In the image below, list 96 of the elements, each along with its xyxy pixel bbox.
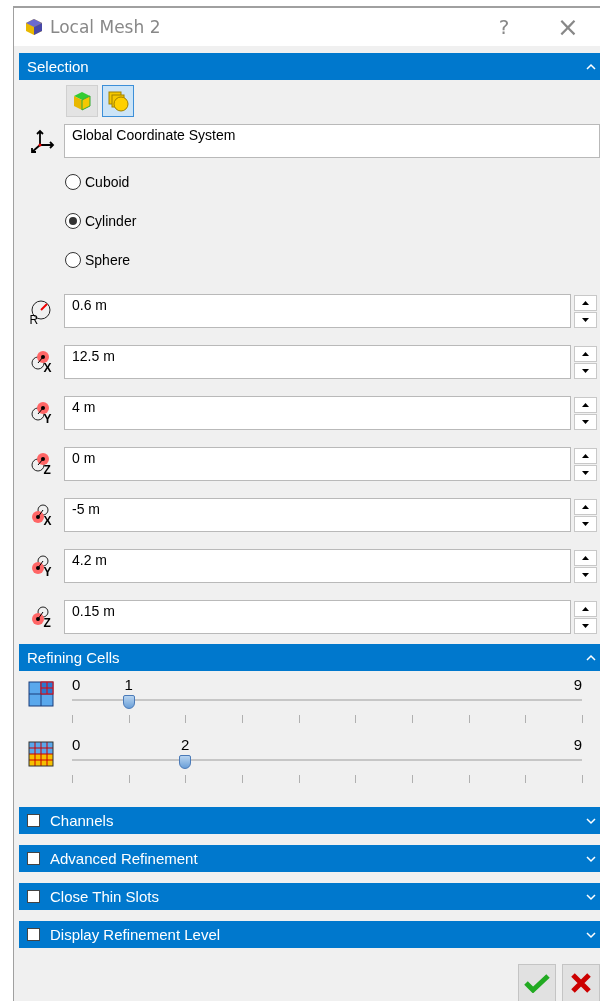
slider-max: 9 [573, 737, 582, 753]
point-icon [29, 553, 52, 575]
collapse-icon [586, 653, 596, 662]
up-arrow-icon [582, 453, 589, 458]
shape-radio[interactable]: Cuboid [65, 162, 600, 201]
down-arrow-icon [582, 470, 589, 475]
slider[interactable]: 0 1 9 [72, 677, 582, 737]
close-icon [570, 972, 592, 994]
axis-label: R [29, 313, 39, 327]
value-field[interactable]: 0 m [64, 447, 571, 481]
collapse-icon [586, 62, 596, 71]
value-field[interactable]: -5 m [64, 498, 571, 532]
axis-label: Y [43, 565, 52, 579]
decrement-button[interactable] [574, 413, 597, 430]
value-field[interactable]: 0.15 m [64, 600, 571, 634]
increment-button[interactable] [574, 549, 597, 566]
down-arrow-icon [582, 368, 589, 373]
section-checkbox[interactable] [27, 852, 40, 865]
close-button[interactable]: × [536, 10, 600, 44]
expand-icon [586, 930, 596, 939]
section-header[interactable]: Channels [19, 807, 600, 834]
window-title: Local Mesh 2 [50, 17, 162, 37]
section-header[interactable]: Selection [19, 53, 600, 80]
value-field[interactable]: 0.6 m [64, 294, 571, 328]
down-arrow-icon [582, 572, 589, 577]
radio-button[interactable] [65, 212, 81, 229]
point-icon [29, 349, 52, 371]
slider-thumb[interactable] [122, 695, 135, 709]
increment-button[interactable] [574, 396, 597, 413]
mesh-cube-icon [24, 17, 44, 37]
value-field[interactable]: 4 m [64, 396, 571, 430]
decrement-button[interactable] [574, 617, 597, 634]
decrement-button[interactable] [574, 311, 597, 328]
shape-radio[interactable]: Cylinder [65, 201, 600, 240]
expand-icon [586, 892, 596, 901]
help-button[interactable]: ? [472, 10, 536, 44]
coordinate-system-field[interactable]: Global Coordinate System [64, 124, 600, 158]
point-icon [29, 604, 52, 626]
section-header[interactable]: Advanced Refinement [19, 845, 600, 872]
slider-max: 9 [573, 677, 582, 693]
increment-button[interactable] [574, 294, 597, 311]
shape-radio[interactable]: Sphere [65, 240, 600, 279]
down-arrow-icon [582, 623, 589, 628]
radio-label: Cuboid [85, 173, 130, 190]
up-arrow-icon [582, 555, 589, 560]
slider-value: 1 [124, 677, 133, 693]
up-arrow-icon [582, 402, 589, 407]
section-checkbox[interactable] [27, 890, 40, 903]
expand-icon [586, 854, 596, 863]
cell-grid-icon [27, 681, 54, 707]
down-arrow-icon [582, 419, 589, 424]
down-arrow-icon [582, 317, 589, 322]
up-arrow-icon [582, 351, 589, 356]
increment-button[interactable] [574, 447, 597, 464]
slider[interactable]: 0 2 9 [72, 737, 582, 797]
checkmark-icon [524, 973, 550, 993]
point-icon [29, 400, 52, 422]
section-checkbox[interactable] [27, 814, 40, 827]
slider-thumb[interactable] [179, 755, 192, 769]
point-icon [29, 451, 52, 473]
down-arrow-icon [582, 521, 589, 526]
value-field[interactable]: 12.5 m [64, 345, 571, 379]
refined-grid-icon [27, 741, 54, 767]
up-arrow-icon [582, 300, 589, 305]
axis-label: X [43, 361, 52, 375]
increment-button[interactable] [574, 498, 597, 515]
up-arrow-icon [582, 606, 589, 611]
up-arrow-icon [582, 504, 589, 509]
decrement-button[interactable] [574, 566, 597, 583]
expand-icon [586, 816, 596, 825]
shapes-icon [106, 89, 130, 113]
cancel-button[interactable] [562, 964, 600, 1001]
increment-button[interactable] [574, 345, 597, 362]
radio-label: Sphere [85, 251, 131, 268]
slider-min: 0 [72, 677, 81, 693]
axis-label: Z [43, 463, 51, 477]
radio-button[interactable] [65, 251, 81, 268]
value-field[interactable]: 4.2 m [64, 549, 571, 583]
axis-label: X [43, 514, 52, 528]
decrement-button[interactable] [574, 464, 597, 481]
decrement-button[interactable] [574, 362, 597, 379]
section-header[interactable]: Display Refinement Level [19, 921, 600, 948]
increment-button[interactable] [574, 600, 597, 617]
section-header[interactable]: Refining Cells [19, 644, 600, 671]
axes-icon [28, 128, 55, 154]
radio-button[interactable] [65, 173, 81, 190]
section-header[interactable]: Close Thin Slots [19, 883, 600, 910]
point-icon [29, 502, 52, 524]
decrement-button[interactable] [574, 515, 597, 532]
radio-label: Cylinder [85, 212, 137, 229]
shapes-mode-button[interactable] [102, 85, 134, 117]
axis-label: Y [43, 412, 52, 426]
section-checkbox[interactable] [27, 928, 40, 941]
slider-value: 2 [181, 737, 190, 753]
axis-label: Z [43, 616, 51, 630]
slider-min: 0 [72, 737, 81, 753]
